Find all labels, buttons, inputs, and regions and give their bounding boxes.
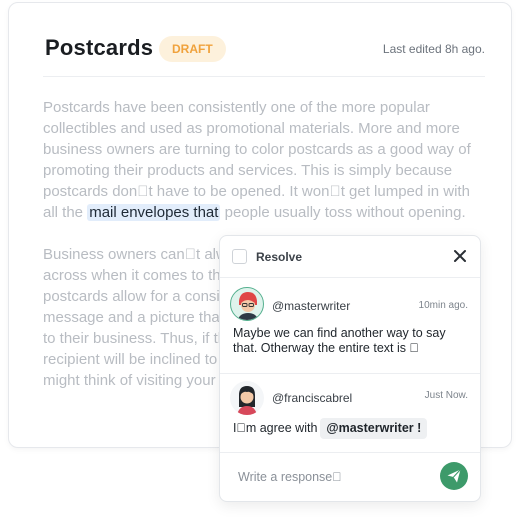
resolve-label[interactable]: Resolve [256, 250, 302, 264]
paragraph-1-text-before: Postcards have been consistently one of … [43, 99, 471, 221]
reply-input[interactable] [236, 469, 420, 485]
comment-text: Maybe we can find another way to say tha… [233, 326, 446, 355]
comment-item: @masterwriter 10min ago. Maybe we can fi… [220, 277, 480, 374]
comment-time: 10min ago. [418, 300, 468, 311]
reply-area [220, 453, 480, 502]
last-edited-text: Last edited 8h ago. [382, 42, 485, 56]
highlighted-text[interactable]: mail envelopes that [87, 204, 221, 221]
comment-text: I m agree with @masterwriter ! [233, 418, 466, 439]
send-icon [447, 469, 461, 483]
resolve-checkbox[interactable] [232, 249, 247, 264]
paragraph-1-text-after: people usually toss without opening. [220, 204, 466, 221]
send-button[interactable] [440, 462, 468, 490]
avatar-masterwriter-icon [237, 292, 259, 320]
avatar-franciscabrel-icon [237, 386, 257, 415]
page-title: Postcards [45, 35, 154, 60]
header-divider [43, 76, 485, 77]
popover-header: Resolve [220, 236, 480, 278]
comment-author[interactable]: @franciscabrel [272, 391, 352, 405]
avatar [230, 287, 264, 321]
status-badge: DRAFT [159, 36, 226, 62]
comment-text-body: I m agree with [233, 421, 318, 435]
comment-time: Just Now. [424, 390, 468, 401]
comment-author[interactable]: @masterwriter [272, 299, 350, 313]
paragraph-1: Postcards have been consistently one of … [43, 97, 483, 223]
mention-tag[interactable]: @masterwriter ! [320, 418, 428, 439]
avatar [230, 381, 264, 415]
close-icon[interactable] [452, 248, 468, 264]
comment-item: @franciscabrel Just Now. I m agree with @… [220, 373, 480, 453]
comment-popover: Resolve @masterwriter 10min ago. Maybe w… [219, 235, 481, 502]
